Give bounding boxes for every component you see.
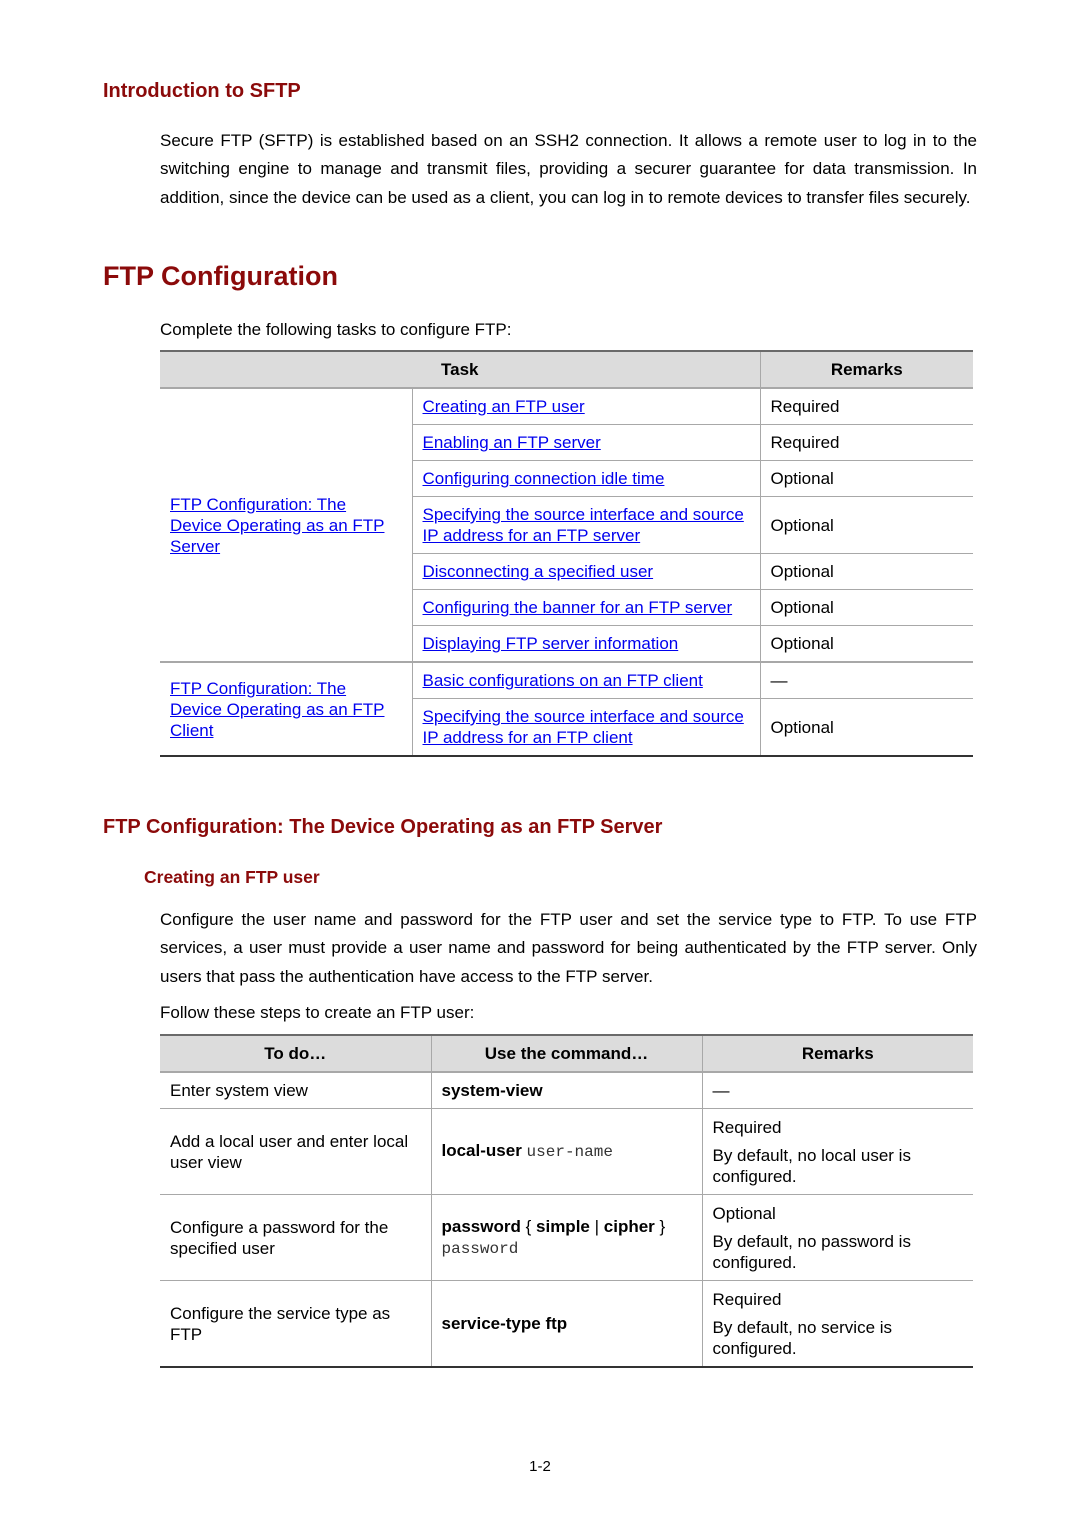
section-heading-ftp-server: FTP Configuration: The Device Operating … — [103, 816, 663, 838]
remarks-cell: Optional — [759, 625, 973, 662]
command-separator: | — [594, 1216, 600, 1236]
remarks-cell: Optional By default, no password is conf… — [701, 1194, 973, 1281]
remarks-cell: Required — [759, 424, 973, 461]
remarks-detail: By default, no password is configured. — [712, 1231, 911, 1272]
command-brace-close: } — [659, 1216, 666, 1236]
remarks-cell: Optional — [759, 589, 973, 626]
command-argument: user-name — [526, 1143, 613, 1161]
tasks-lead-text: Complete the following tasks to configur… — [160, 320, 512, 339]
steps-table-header: To do… Use the command… Remarks — [160, 1035, 973, 1073]
table-row: Enter system view system-view — — [160, 1071, 973, 1109]
todo-cell: Enter system view — [160, 1071, 431, 1109]
link-disconnecting-user[interactable]: Disconnecting a specified user — [423, 562, 654, 581]
table-row: FTP Configuration: The Device Operating … — [160, 387, 973, 662]
table-row: FTP Configuration: The Device Operating … — [160, 661, 973, 756]
remarks-cell: Optional — [759, 496, 973, 554]
command-keyword: system-view — [441, 1081, 543, 1100]
group-cell-server: FTP Configuration: The Device Operating … — [160, 387, 412, 662]
task-cell: Displaying FTP server information — [411, 625, 760, 662]
command-option-simple: simple — [536, 1216, 590, 1236]
link-creating-ftp-user[interactable]: Creating an FTP user — [423, 397, 585, 416]
header-remarks: Remarks — [701, 1035, 973, 1073]
header-remarks: Remarks — [759, 351, 973, 389]
remarks-cell: Optional — [759, 698, 973, 756]
todo-cell: Configure the service type as FTP — [160, 1280, 431, 1367]
remarks-status: Optional — [712, 1203, 776, 1223]
subheading-creating-ftp-user: Creating an FTP user — [144, 867, 320, 887]
header-command: Use the command… — [430, 1035, 702, 1073]
remarks-detail: By default, no local user is configured. — [712, 1145, 911, 1186]
command-keyword: service-type ftp — [441, 1314, 568, 1333]
remarks-cell: Required By default, no local user is co… — [701, 1108, 973, 1195]
task-cell: Specifying the source interface and sour… — [411, 496, 760, 554]
remarks-detail: By default, no service is configured. — [712, 1317, 893, 1358]
intro-paragraph: Secure FTP (SFTP) is established based o… — [160, 131, 977, 207]
todo-cell: Add a local user and enter local user vi… — [160, 1108, 431, 1195]
table-row: Add a local user and enter local user vi… — [160, 1108, 973, 1195]
command-argument: password — [441, 1239, 519, 1258]
link-connection-idle-time[interactable]: Configuring connection idle time — [423, 469, 665, 488]
task-table: Task Remarks FTP Configuration: The Devi… — [160, 350, 973, 757]
remarks-cell: Optional — [759, 553, 973, 590]
remarks-cell: — — [759, 661, 973, 699]
command-option-cipher: cipher — [603, 1216, 655, 1236]
remarks-status: Required — [712, 1117, 782, 1137]
link-basic-client-config[interactable]: Basic configurations on an FTP client — [423, 671, 703, 690]
link-group-client[interactable]: FTP Configuration: The Device Operating … — [170, 679, 384, 740]
link-banner-ftp-server[interactable]: Configuring the banner for an FTP server — [423, 598, 733, 617]
remarks-cell: Required By default, no service is confi… — [701, 1280, 973, 1367]
link-source-interface-server[interactable]: Specifying the source interface and sour… — [423, 505, 744, 545]
page-number: 1-2 — [529, 1458, 551, 1475]
todo-cell: Configure a password for the specified u… — [160, 1194, 431, 1281]
command-cell: local-user user-name — [430, 1108, 702, 1195]
task-cell: Disconnecting a specified user — [411, 553, 760, 590]
server-paragraph: Configure the user name and password for… — [160, 910, 977, 986]
link-source-interface-client[interactable]: Specifying the source interface and sour… — [423, 707, 744, 747]
steps-table: To do… Use the command… Remarks Enter sy… — [160, 1034, 973, 1368]
task-cell: Configuring connection idle time — [411, 460, 760, 497]
task-cell: Specifying the source interface and sour… — [411, 698, 760, 756]
command-cell: password { simple | cipher } password — [430, 1194, 702, 1281]
page-title-ftp-configuration: FTP Configuration — [103, 261, 338, 291]
link-enabling-ftp-server[interactable]: Enabling an FTP server — [423, 433, 601, 452]
steps-lead-text: Follow these steps to create an FTP user… — [160, 1003, 475, 1022]
group-cell-client: FTP Configuration: The Device Operating … — [160, 661, 412, 756]
task-cell: Configuring the banner for an FTP server — [411, 589, 760, 626]
command-cell: service-type ftp — [430, 1280, 702, 1367]
table-row: Configure a password for the specified u… — [160, 1194, 973, 1281]
task-cell: Basic configurations on an FTP client — [411, 661, 760, 699]
header-todo: To do… — [160, 1035, 431, 1073]
remarks-cell: Required — [759, 387, 973, 425]
task-cell: Enabling an FTP server — [411, 424, 760, 461]
link-group-server[interactable]: FTP Configuration: The Device Operating … — [170, 495, 384, 556]
table-row: Configure the service type as FTP servic… — [160, 1280, 973, 1367]
command-keyword: local-user — [441, 1141, 522, 1160]
remarks-status: Required — [712, 1289, 782, 1309]
command-cell: system-view — [430, 1071, 702, 1109]
command-brace-open: { — [525, 1216, 532, 1236]
remarks-cell: Optional — [759, 460, 973, 497]
command-keyword: password — [441, 1216, 521, 1236]
section-heading-intro-sftp: Introduction to SFTP — [103, 80, 301, 102]
task-cell: Creating an FTP user — [411, 387, 760, 425]
remarks-cell: — — [701, 1071, 973, 1109]
task-table-header: Task Remarks — [160, 351, 973, 389]
link-displaying-server-info[interactable]: Displaying FTP server information — [423, 634, 679, 653]
header-task: Task — [160, 351, 760, 389]
